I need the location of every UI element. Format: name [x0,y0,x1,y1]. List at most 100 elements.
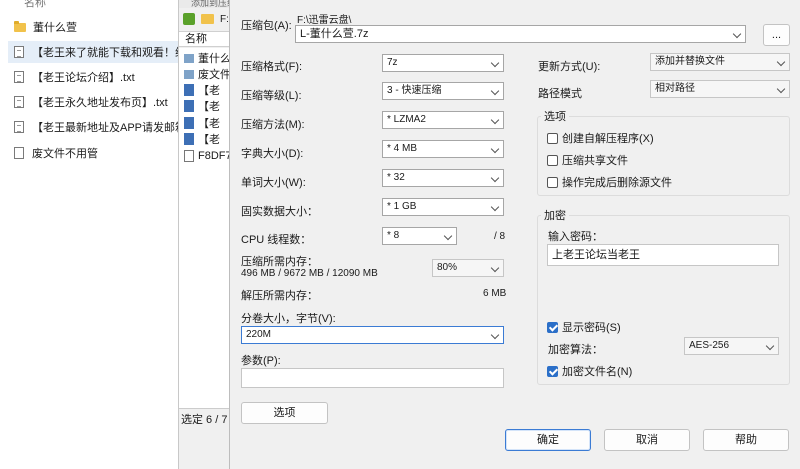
update-mode-value: 添加并替换文件 [655,56,725,67]
text-file-icon [14,71,24,83]
column-header-name[interactable]: 名称 [179,31,235,47]
column-header-name[interactable]: 名称 [24,0,46,10]
checkbox-label: 创建自解压程序(X) [562,133,654,145]
list-item-file[interactable]: 【老王永久地址发布页】.txt [14,91,184,113]
list-item[interactable]: F8DF7 [184,148,235,164]
archive-name-field[interactable]: L-董什么萱.7z [295,25,746,43]
file-icon [184,150,194,162]
show-password-checkbox[interactable]: 显示密码(S) [547,319,621,335]
word-size-select[interactable]: * 32 [382,169,504,187]
window-title: 添加到压缩 [179,0,234,8]
format-select[interactable]: 7z [382,54,504,72]
format-label: 压缩格式(F): [241,61,303,73]
update-mode-select[interactable]: 添加并替换文件 [650,53,790,71]
checkbox-box[interactable] [547,321,558,333]
text-file-icon [14,96,24,108]
chevron-down-icon [490,86,500,96]
list-item[interactable]: 【老 [184,131,235,147]
memory-percent-select[interactable]: 80% [432,259,504,277]
list-item-label: 【老王最新地址及APP请发邮箱 [32,122,184,134]
method-label: 压缩方法(M): [241,119,305,131]
checkbox-box[interactable] [547,132,558,144]
document-icon [184,133,194,145]
parameters-label: 参数(P): [241,355,281,367]
chevron-down-icon [765,341,775,351]
path-mode-label: 路径模式 [538,88,582,100]
chevron-down-icon[interactable] [732,29,742,39]
chevron-down-icon [490,144,500,154]
chevron-down-icon [490,58,500,68]
list-item[interactable]: 董什么 [184,50,235,66]
level-select[interactable]: 3 - 快速压缩 [382,82,504,100]
checkbox-box[interactable] [547,154,558,166]
text-file-icon [14,46,24,58]
solid-block-select[interactable]: * 1 GB [382,198,504,216]
list-item[interactable]: 【老 [184,82,235,98]
decompress-memory-label: 解压所需内存： [241,290,318,302]
word-size-value: * 32 [387,172,405,183]
encryption-method-select[interactable]: AES-256 [684,337,779,355]
compress-memory-label: 压缩所需内存： [241,256,318,268]
encryption-method-value: AES-256 [689,340,730,351]
list-item-label: F8DF7 [198,150,232,162]
dictionary-size-select[interactable]: * 4 MB [382,140,504,158]
add-to-archive-dialog: 压缩包(A): F:\迅雷云盘\ L-董什么萱.7z ... 压缩格式(F): … [229,0,800,469]
list-item-label: 废文件 [198,69,231,81]
method-value: * LZMA2 [387,114,426,125]
update-mode-label: 更新方式(U): [538,61,601,73]
level-label: 压缩等级(L): [241,90,302,102]
list-item[interactable]: 废文件 [184,66,235,82]
path-mode-select[interactable]: 相对路径 [650,80,790,98]
checkbox-box[interactable] [547,176,558,188]
parameters-input[interactable] [241,368,504,388]
list-item-file[interactable]: 【老王论坛介绍】.txt [14,66,184,88]
list-item-file[interactable]: 【老王来了就能下载和观看！纯 [8,41,183,63]
path-mode-value: 相对路径 [655,83,695,94]
document-icon [184,117,194,129]
encrypt-filenames-checkbox[interactable]: 加密文件名(N) [547,363,632,379]
chevron-down-icon[interactable] [490,330,500,340]
format-value: 7z [387,57,398,68]
checkbox-box[interactable] [547,365,558,377]
list-item-label: 董什么萱 [33,22,77,34]
browse-button[interactable]: ... [763,24,790,46]
level-value: 3 - 快速压缩 [387,85,442,96]
help-button[interactable]: 帮助 [703,429,789,451]
list-item-label: 【老王永久地址发布页】.txt [32,97,168,109]
method-select[interactable]: * LZMA2 [382,111,504,129]
ok-button[interactable]: 确定 [505,429,591,451]
chevron-down-icon [443,231,453,241]
list-item-folder[interactable]: 董什么萱 [14,16,184,38]
cancel-button[interactable]: 取消 [604,429,690,451]
checkbox-label: 显示密码(S) [562,322,621,334]
chevron-down-icon [490,173,500,183]
file-explorer: 名称 董什么萱 【老王来了就能下载和观看！纯 【老王论坛介绍】.txt 【老王永… [0,0,184,469]
compress-shared-checkbox[interactable]: 压缩共享文件 [547,152,628,168]
cpu-threads-select[interactable]: * 8 [382,227,457,245]
list-item[interactable]: 【老 [184,115,235,131]
list-item-label: 【老 [198,118,220,130]
chevron-down-icon [490,263,500,273]
delete-after-checkbox[interactable]: 操作完成后删除源文件 [547,174,672,190]
list-item-file[interactable]: 废文件不用管 [14,142,184,164]
options-button[interactable]: 选项 [241,402,328,424]
file-list: 董什么 废文件 【老 【老 【老 【老 F8DF7 [179,48,235,408]
solid-block-value: * 1 GB [387,201,417,212]
list-item-label: 【老 [198,134,220,146]
list-item-label: 废文件不用管 [32,148,98,160]
list-item-file[interactable]: 【老王最新地址及APP请发邮箱 [14,116,184,138]
path-field[interactable]: F: [220,14,229,25]
split-volume-field[interactable]: 220M [241,326,504,344]
password-input[interactable]: 上老王论坛当老王 [547,244,779,266]
list-item[interactable]: 【老 [184,98,235,114]
cpu-threads-value: * 8 [387,230,400,241]
compress-memory-detail: 496 MB / 9672 MB / 12090 MB [241,268,378,279]
chevron-down-icon [490,115,500,125]
text-file-icon [14,121,24,133]
list-item-label: 【老王论坛介绍】.txt [32,72,135,84]
create-sfx-checkbox[interactable]: 创建自解压程序(X) [547,130,654,146]
list-item-label: 【老王来了就能下载和观看！纯 [32,47,183,59]
up-folder-icon[interactable] [183,13,195,25]
memory-percent-value: 80% [437,262,458,273]
folder-icon [184,69,194,79]
